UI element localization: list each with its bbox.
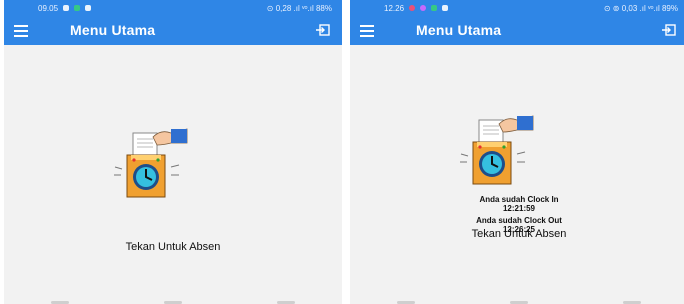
- logout-icon[interactable]: [662, 24, 676, 36]
- clock-out-time: 12:26:25: [502, 225, 536, 234]
- status-indicators: ⊙ 0,28 .ıl ᵛᵒ.ıl 88%: [266, 3, 332, 13]
- page-title: Menu Utama: [70, 22, 156, 38]
- app-bar: Menu Utama: [350, 16, 684, 45]
- phone-screen-before: 09.05 ⊙ 0,28 .ıl ᵛᵒ.ıl 88% Menu Utama Te…: [4, 0, 342, 304]
- logout-icon[interactable]: [316, 24, 330, 36]
- main-content: Tekan Untuk Absen: [4, 45, 342, 304]
- notification-icon: [409, 5, 416, 11]
- notification-icon: [85, 5, 92, 11]
- clock-out-status: Anda sudah Clock Out: [476, 216, 562, 225]
- clock-in-status: Anda sudah Clock In: [479, 195, 559, 204]
- status-bar: 09.05 ⊙ 0,28 .ıl ᵛᵒ.ıl 88%: [4, 0, 342, 16]
- system-nav-bar: [4, 294, 342, 304]
- time-clock-illustration[interactable]: [455, 114, 535, 186]
- notification-icon: [420, 5, 427, 11]
- notification-icon: [431, 5, 438, 11]
- system-nav-bar: [350, 294, 684, 304]
- status-indicators: ⊙ ⊚ 0,03 .ıl ᵛᵒ.ıl 89%: [603, 3, 678, 13]
- phone-screen-after: 12.26 ⊙ ⊚ 0,03 .ıl ᵛᵒ.ıl 89% Menu Utama: [350, 0, 684, 304]
- clock-in-time: 12:21:59: [502, 204, 536, 213]
- app-bar: Menu Utama: [4, 16, 342, 45]
- status-bar: 12.26 ⊙ ⊚ 0,03 .ıl ᵛᵒ.ıl 89%: [350, 0, 684, 16]
- page-title: Menu Utama: [416, 22, 502, 38]
- time-clock-illustration[interactable]: [109, 127, 189, 199]
- status-time: 09.05: [38, 3, 59, 13]
- absen-button-label[interactable]: Tekan Untuk Absen: [4, 241, 342, 253]
- notification-icon: [74, 5, 81, 11]
- hamburger-menu-icon[interactable]: [360, 25, 374, 37]
- main-content: Tekan Untuk Absen Anda sudah Clock In 12…: [350, 45, 684, 304]
- hamburger-menu-icon[interactable]: [14, 25, 28, 37]
- notification-icon: [63, 5, 70, 11]
- status-time: 12.26: [384, 3, 405, 13]
- notification-icon: [442, 5, 449, 11]
